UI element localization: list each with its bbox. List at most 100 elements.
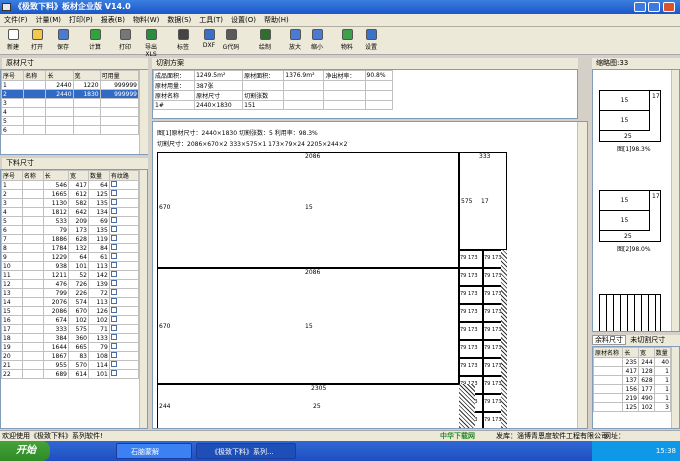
drawing-scrollbar[interactable] — [577, 122, 587, 428]
leftover-row[interactable]: 417 128 1 — [593, 366, 672, 376]
thumbnail-1[interactable]: 15 15 17 25 — [599, 90, 661, 142]
grain-checkbox[interactable] — [110, 226, 117, 232]
toolbar-zoom-out-button[interactable]: 缩小 — [306, 29, 328, 53]
menu-item-2[interactable]: 打印(P) — [65, 14, 97, 27]
table-row[interactable]: 6 79 173 135 — [1, 225, 140, 235]
tab-leftover[interactable]: 余料尺寸 — [592, 335, 626, 345]
tab-uncut[interactable]: 未切割尺寸 — [628, 336, 667, 344]
menu-item-7[interactable]: 设置(O) — [227, 14, 260, 27]
leftover-row[interactable]: 137 628 1 — [593, 375, 672, 385]
table-row[interactable]: 18 384 360 133 — [1, 333, 140, 343]
grain-checkbox[interactable] — [110, 208, 117, 214]
table-row[interactable]: 13 799 226 72 — [1, 288, 140, 298]
grain-checkbox[interactable] — [110, 289, 117, 295]
raw-row[interactable]: 1 2440 1220 999999 — [0, 80, 140, 90]
plan-tab[interactable]: 切割方案 — [152, 58, 578, 69]
table-row[interactable]: 11 1211 52 142 — [1, 270, 140, 280]
grain-checkbox[interactable] — [110, 325, 117, 331]
toolbar-print-button[interactable]: 打印 — [114, 29, 136, 53]
menu-item-0[interactable]: 文件(F) — [0, 14, 32, 27]
grain-checkbox[interactable] — [110, 262, 117, 268]
toolbar-dxf-button[interactable]: DXF — [198, 29, 220, 53]
grain-checkbox[interactable] — [110, 253, 117, 259]
minimize-button[interactable] — [634, 2, 646, 12]
table-row[interactable]: 2 1665 612 125 — [1, 189, 140, 199]
toolbar-new-button[interactable]: 新建 — [2, 29, 24, 53]
menu-item-5[interactable]: 数据(S) — [163, 14, 195, 27]
raw-row[interactable]: 4 — [0, 107, 140, 117]
table-row[interactable]: 21 955 570 114 — [1, 360, 140, 370]
table-row[interactable]: 20 1867 83 108 — [1, 351, 140, 361]
toolbar-zoom-in-button[interactable]: 放大 — [284, 29, 306, 53]
raw-row[interactable]: 2 2440 1830 999999 — [0, 89, 140, 99]
table-row[interactable]: 10 938 101 113 — [1, 261, 140, 271]
grain-checkbox[interactable] — [110, 190, 117, 196]
table-row[interactable]: 4 1812 642 134 — [1, 207, 140, 217]
leftover-row[interactable]: 125 102 3 — [593, 402, 672, 412]
grain-checkbox[interactable] — [110, 235, 117, 241]
toolbar-play-button[interactable]: 计算 — [84, 29, 106, 53]
task-button-1[interactable]: 石脑蒙解 — [116, 443, 192, 459]
parts-tab[interactable]: 下料尺寸 — [2, 158, 148, 169]
toolbar-label-button[interactable]: 标签 — [172, 29, 194, 53]
table-row[interactable]: 3 1130 582 135 — [1, 198, 140, 208]
table-row[interactable]: 9 1229 64 61 — [1, 252, 140, 262]
thumbs-tab[interactable]: 缩略图:33 — [592, 58, 680, 69]
leftover-row[interactable]: 156 177 1 — [593, 384, 672, 394]
grain-checkbox[interactable] — [110, 334, 117, 340]
toolbar-gcode-button[interactable]: G代码 — [220, 29, 242, 53]
raw-row[interactable]: 6 — [0, 125, 140, 135]
grain-checkbox[interactable] — [110, 199, 117, 205]
grain-checkbox[interactable] — [110, 307, 117, 313]
menu-item-3[interactable]: 报表(B) — [97, 14, 129, 27]
table-row[interactable]: 5 533 209 69 — [1, 216, 140, 226]
raw-row[interactable]: 3 — [0, 98, 140, 108]
thumbs-scrollbar[interactable] — [671, 70, 679, 331]
raw-row[interactable]: 5 — [0, 116, 140, 126]
menu-item-4[interactable]: 物料(W) — [129, 14, 163, 27]
grain-checkbox[interactable] — [110, 280, 117, 286]
toolbar-draw-button[interactable]: 绘制 — [254, 29, 276, 53]
grain-checkbox[interactable] — [110, 298, 117, 304]
grain-checkbox[interactable] — [110, 271, 117, 277]
toolbar-open-button[interactable]: 打开 — [26, 29, 48, 53]
menu-item-6[interactable]: 工具(T) — [195, 14, 227, 27]
table-row[interactable]: 7 1886 628 119 — [1, 234, 140, 244]
task-button-2[interactable]: 《极致下料》系列... — [196, 443, 296, 459]
table-row[interactable]: 16 674 102 102 — [1, 315, 140, 325]
raw-tab[interactable]: 原材尺寸 — [2, 58, 148, 69]
maximize-button[interactable] — [648, 2, 660, 12]
thumbnail-3[interactable] — [599, 294, 661, 331]
menu-item-8[interactable]: 帮助(H) — [260, 14, 293, 27]
toolbar-settings-button[interactable]: 设置 — [360, 29, 382, 53]
leftover-row[interactable]: 219 490 1 — [593, 393, 672, 403]
thumbnail-2[interactable]: 15 15 17 25 — [599, 190, 661, 242]
raw-scrollbar[interactable] — [139, 70, 148, 154]
table-row[interactable]: 12 476 726 139 — [1, 279, 140, 289]
start-button[interactable]: 开始 — [0, 441, 50, 461]
toolbar-save-button[interactable]: 保存 — [52, 29, 74, 53]
leftover-row[interactable]: 235 244 40 — [593, 357, 672, 367]
table-row[interactable]: 22 689 614 101 — [1, 369, 140, 379]
grain-checkbox[interactable] — [110, 181, 117, 187]
leftover-scrollbar[interactable] — [671, 347, 679, 428]
parts-scrollbar[interactable] — [139, 170, 147, 428]
table-row[interactable]: 15 2086 670 126 — [1, 306, 140, 316]
grain-checkbox[interactable] — [110, 361, 117, 367]
close-button[interactable] — [663, 2, 675, 12]
cutting-drawing[interactable]: 图[1]原材尺寸：2440×1830 切割张数：5 利用率：98.3% 切割尺寸… — [152, 121, 588, 429]
grain-checkbox[interactable] — [110, 244, 117, 250]
grain-checkbox[interactable] — [110, 343, 117, 349]
table-row[interactable]: 1 546 417 64 — [1, 180, 140, 190]
grain-checkbox[interactable] — [110, 316, 117, 322]
table-row[interactable]: 14 2076 574 113 — [1, 297, 140, 307]
table-row[interactable]: 19 1644 665 79 — [1, 342, 140, 352]
menu-item-1[interactable]: 计量(M) — [32, 14, 66, 27]
toolbar-material-button[interactable]: 物料 — [336, 29, 358, 53]
grain-checkbox[interactable] — [110, 370, 117, 376]
table-row[interactable]: 17 333 575 71 — [1, 324, 140, 334]
grain-checkbox[interactable] — [110, 217, 117, 223]
table-row[interactable]: 8 1784 132 84 — [1, 243, 140, 253]
grain-checkbox[interactable] — [110, 352, 117, 358]
toolbar-excel-button[interactable]: 导出XLS — [140, 29, 162, 58]
